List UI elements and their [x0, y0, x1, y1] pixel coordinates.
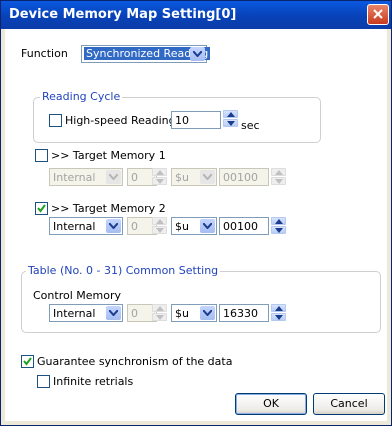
chevron-down-icon — [200, 170, 215, 184]
chevron-down-icon — [190, 47, 205, 61]
cycle-input[interactable]: 10 — [171, 111, 221, 129]
target1-type-select[interactable]: $u — [171, 168, 217, 186]
target2-station-spinner[interactable] — [152, 217, 168, 235]
target2-checkbox[interactable] — [35, 202, 48, 215]
cycle-unit: sec — [241, 119, 260, 132]
close-button[interactable] — [367, 4, 389, 25]
cycle-value: 10 — [175, 114, 189, 127]
control-station-spinner[interactable] — [152, 304, 168, 322]
target1-device-value: Internal — [53, 171, 96, 184]
chevron-down-icon — [200, 219, 215, 233]
spin-up-icon[interactable] — [271, 217, 286, 225]
target1-address-spinner[interactable] — [271, 168, 287, 186]
control-device-select[interactable]: Internal — [49, 304, 123, 322]
spin-down-icon[interactable] — [271, 226, 286, 234]
dialog-body: Function Synchronized Reading Reading Cy… — [5, 29, 387, 421]
spin-down-icon[interactable] — [152, 226, 167, 234]
control-device-value: Internal — [53, 307, 96, 320]
spin-down-icon[interactable] — [271, 313, 286, 321]
target1-device-select[interactable]: Internal — [49, 168, 123, 186]
target2-address-input[interactable]: 00100 — [219, 217, 269, 235]
window-title: Device Memory Map Setting[0] — [9, 7, 237, 22]
target1-label: >> Target Memory 1 — [51, 149, 166, 162]
target1-address-value: 00100 — [223, 171, 258, 184]
spin-down-icon[interactable] — [152, 313, 167, 321]
target1-station-value: 0 — [131, 171, 138, 184]
target2-address-value: 00100 — [223, 220, 258, 233]
table-setting-group — [21, 271, 381, 333]
target2-type-value: $u — [175, 220, 189, 233]
checkmark-icon — [23, 357, 32, 366]
spin-down-icon[interactable] — [271, 177, 286, 185]
spin-down-icon[interactable] — [223, 119, 238, 127]
control-station-value: 0 — [131, 307, 138, 320]
function-select[interactable]: Synchronized Reading — [81, 45, 211, 63]
target1-address-input[interactable]: 00100 — [219, 168, 269, 186]
target2-type-select[interactable]: $u — [171, 217, 217, 235]
target2-label: >> Target Memory 2 — [51, 202, 166, 215]
target2-device-value: Internal — [53, 220, 96, 233]
cancel-button[interactable]: Cancel — [313, 393, 385, 415]
highspeed-label: High-speed Reading — [65, 114, 176, 127]
checkmark-icon — [37, 204, 46, 213]
ok-button[interactable]: OK — [235, 393, 307, 415]
spin-up-icon[interactable] — [152, 217, 167, 225]
reading-cycle-title: Reading Cycle — [40, 90, 123, 103]
chevron-down-icon — [106, 306, 121, 320]
target2-address-spinner[interactable] — [271, 217, 287, 235]
chevron-down-icon — [106, 170, 121, 184]
chevron-down-icon — [106, 219, 121, 233]
table-setting-title: Table (No. 0 - 31) Common Setting — [26, 264, 221, 277]
function-label: Function — [21, 47, 68, 60]
cycle-spinner[interactable] — [223, 110, 239, 128]
target1-station-spinner[interactable] — [152, 168, 168, 186]
target1-type-value: $u — [175, 171, 189, 184]
close-icon — [373, 9, 383, 19]
control-address-spinner[interactable] — [271, 304, 287, 322]
target2-device-select[interactable]: Internal — [49, 217, 123, 235]
control-type-value: $u — [175, 307, 189, 320]
control-memory-label: Control Memory — [33, 289, 121, 302]
target1-checkbox[interactable] — [35, 149, 48, 162]
spin-up-icon[interactable] — [152, 168, 167, 176]
control-type-select[interactable]: $u — [171, 304, 217, 322]
guarantee-checkbox[interactable] — [21, 355, 34, 368]
spin-up-icon[interactable] — [223, 110, 238, 118]
infinite-retrials-label: Infinite retrials — [53, 375, 134, 388]
title-bar[interactable]: Device Memory Map Setting[0] — [1, 1, 391, 29]
spin-up-icon[interactable] — [152, 304, 167, 312]
dialog-window: Device Memory Map Setting[0] Function Sy… — [0, 0, 392, 426]
control-address-input[interactable]: 16330 — [219, 304, 269, 322]
guarantee-label: Guarantee synchronism of the data — [37, 355, 233, 368]
control-address-value: 16330 — [223, 307, 258, 320]
target2-station-value: 0 — [131, 220, 138, 233]
chevron-down-icon — [200, 306, 215, 320]
spin-up-icon[interactable] — [271, 304, 286, 312]
spin-down-icon[interactable] — [152, 177, 167, 185]
highspeed-checkbox[interactable] — [49, 114, 62, 127]
spin-up-icon[interactable] — [271, 168, 286, 176]
infinite-retrials-checkbox[interactable] — [37, 375, 50, 388]
